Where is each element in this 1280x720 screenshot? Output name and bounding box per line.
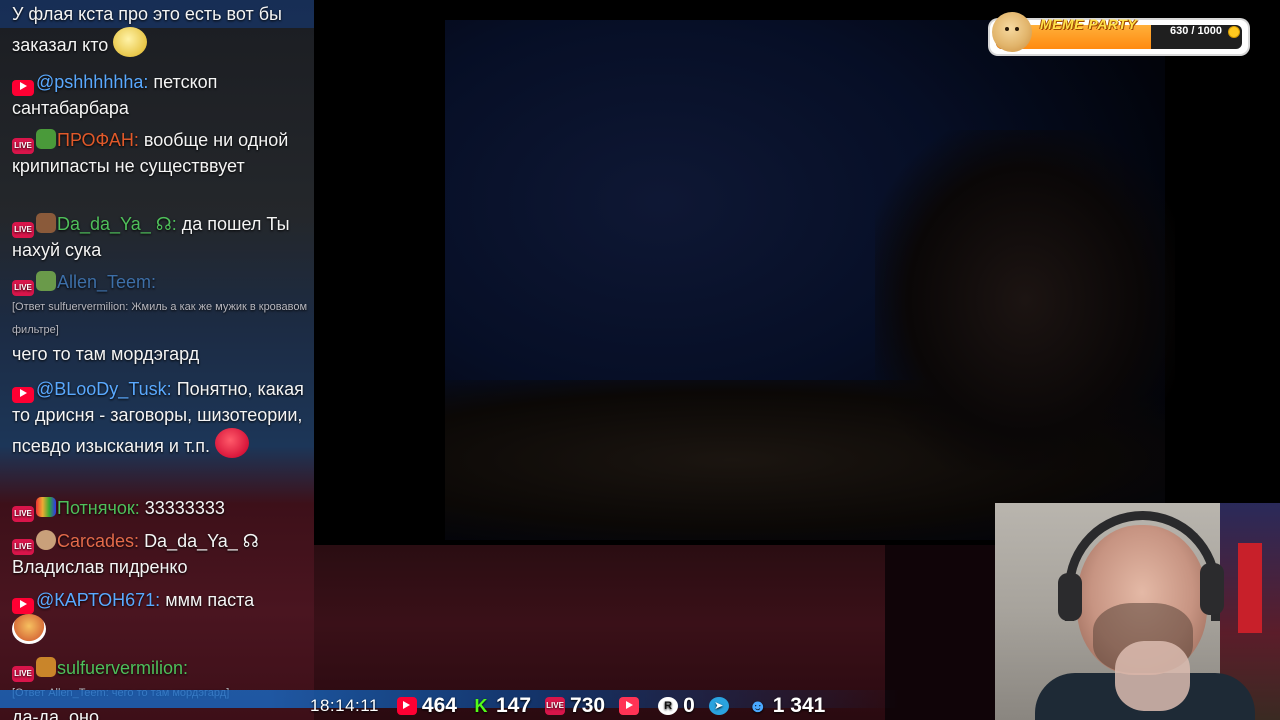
live-badge-icon: LIVE [12,666,34,682]
live-badge-icon: LIVE [12,506,34,522]
pasta-emoji-icon [12,614,46,644]
chat-message-text: ммм паста [165,590,255,610]
live-viewer-count: 730 [570,694,606,717]
video-scene-figure [875,130,1175,470]
live-badge-icon: LIVE [12,138,34,154]
rainbow-emoji-icon [36,497,56,517]
chat-message: LIVE Da_da_Ya_ ☊: да пошел Ты нахуй сука [12,212,308,263]
live-badge-icon: LIVE [12,280,34,296]
webcam-flag [1238,543,1262,633]
chat-nick[interactable]: Carcades: [57,531,139,551]
chat-nick[interactable]: @КАРТОН671: [36,590,160,610]
youtube-icon [396,697,417,715]
chat-message: LIVE Allen_Teem: [Ответ sulfuervermilion:… [12,270,308,367]
rumble-viewers: R 0 [658,694,695,718]
webcam-feed [995,503,1280,720]
meme-party-widget: MEME PARTY 630 / 1000 [990,12,1248,54]
rumble-icon: R [658,697,679,715]
telegram-viewers: ➤ [708,697,734,715]
chat-reply-quote: [Ответ sulfuervermilion: Жмиль а как же … [12,301,308,336]
youtube-icon [12,598,34,614]
live-viewers: LIVE 730 [545,694,605,718]
chat-nick[interactable]: Allen_Teem: [57,272,156,292]
user-icon: ☻ [748,696,768,716]
stats-row: 18:14:11 464 K 147 LIVE 730 R 0 ➤ ☻ 1 34… [310,692,825,720]
hat-emoji-icon [36,213,56,233]
telegram-icon: ➤ [708,697,729,715]
meme-party-title: MEME PARTY [1040,16,1138,32]
headset-left-cup [1058,573,1082,621]
chat-nick[interactable]: sulfuervermilion: [57,658,188,678]
webcam-streamer-hand [1115,641,1190,711]
youtube-viewer-count: 464 [421,694,457,717]
kick-icon: K [474,696,488,716]
youtube-icon [12,80,34,96]
chat-nick[interactable]: @pshhhhhha: [36,72,148,92]
chat-nick[interactable]: Потнячок: [57,498,140,518]
total-viewers: ☻ 1 341 [748,694,826,718]
youtube-icon [12,387,34,403]
coin-icon [1228,26,1240,38]
chat-nick[interactable]: ПРОФАН: [57,130,139,150]
meme-party-count: 630 / 1000 [1170,25,1222,37]
chat-panel: У флая кста про это есть вот бы заказал … [0,0,314,720]
live-icon: LIVE [545,697,566,715]
stream-clock: 18:14:11 [310,696,379,715]
pepe-emoji-icon [36,271,56,291]
chat-message: LIVE Потнячок: 33333333 [12,496,308,522]
smiley-emoji-icon [113,27,148,57]
burger-emoji-icon [36,657,56,677]
chat-message-text: У флая кста про это есть вот бы заказал … [12,4,282,55]
frog-emoji-icon [36,129,56,149]
headset-right-cup [1200,563,1224,615]
kick-viewer-count: 147 [495,694,532,717]
chat-message: LIVE ПРОФАН: вообще ни одной крипипасты н… [12,128,308,179]
chat-message-text: 33333333 [144,498,225,518]
kick-viewers: K 147 [471,694,531,718]
chat-message: @КАРТОН671: ммм паста [12,588,308,645]
live-badge-icon: LIVE [12,222,34,238]
rumble-viewer-count: 0 [683,694,695,717]
stream-stats-bar: 18:14:11 464 K 147 LIVE 730 R 0 ➤ ☻ 1 34… [0,688,1000,720]
egg-emoji-icon [36,530,56,550]
chat-nick[interactable]: @BLooDy_Tusk: [36,379,172,399]
stream-video [315,0,1280,545]
doge-icon [992,12,1032,52]
vk-play-viewers [619,697,644,715]
live-badge-icon: LIVE [12,539,34,555]
red-blob-emoji-icon [214,428,249,458]
chat-message-text: чего то там мордэгард [12,344,200,364]
youtube-viewers: 464 [396,694,457,718]
chat-nick[interactable]: Da_da_Ya_ ☊: [57,214,177,234]
chat-message: У флая кста про это есть вот бы заказал … [12,2,308,58]
total-viewer-count: 1 341 [772,694,826,717]
headset-icon [1065,511,1220,621]
chat-message: @pshhhhhha: петскоп сантабарбара [12,70,308,121]
chat-message: @BLooDy_Tusk: Понятно, какая то дрисня -… [12,377,308,459]
chat-message: LIVE Carcades: Da_da_Ya_ ☊ Владислав пидр… [12,529,308,580]
vk-play-icon [619,697,640,715]
